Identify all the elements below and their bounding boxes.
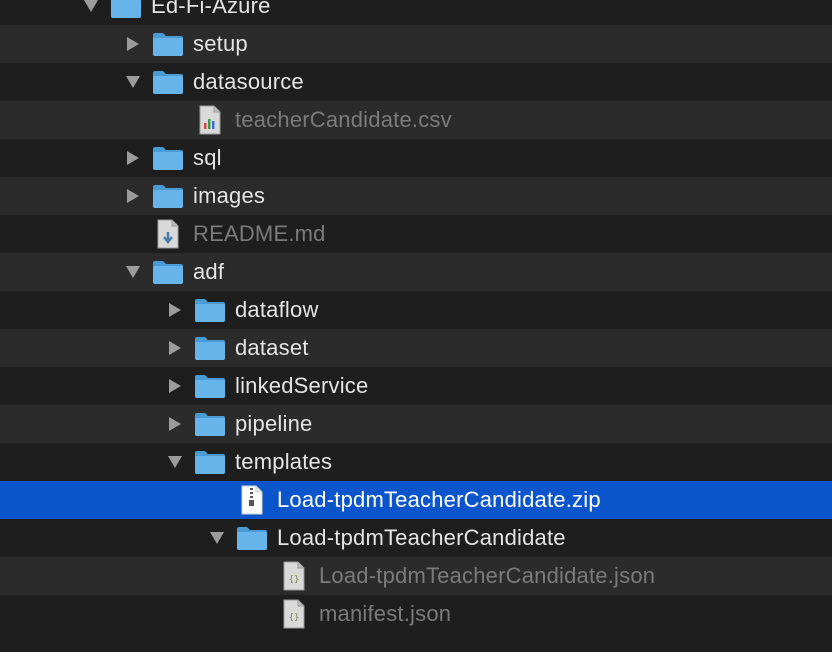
- tree-row-dataflow[interactable]: dataflow: [0, 291, 832, 329]
- folder-icon: [194, 372, 226, 400]
- disclosure-expanded-icon[interactable]: [78, 0, 104, 25]
- tree-row-datasource[interactable]: datasource: [0, 63, 832, 101]
- tree-row-sql[interactable]: sql: [0, 139, 832, 177]
- tree-item-label: datasource: [193, 69, 304, 94]
- disclosure-collapsed-icon[interactable]: [120, 177, 146, 215]
- tree-item-label: pipeline: [235, 411, 313, 436]
- tree-row-images[interactable]: images: [0, 177, 832, 215]
- tree-item-label: teacherCandidate.csv: [235, 107, 452, 132]
- tree-item-label: Load-tpdmTeacherCandidate.zip: [277, 487, 601, 512]
- tree-row-load-tpdmteachercandidate-json[interactable]: {} Load-tpdmTeacherCandidate.json: [0, 557, 832, 595]
- tree-row-teachercandidate-csv[interactable]: teacherCandidate.csv: [0, 101, 832, 139]
- tree-item-label: dataset: [235, 335, 309, 360]
- json-file-icon: {}: [278, 561, 310, 591]
- disclosure-collapsed-icon[interactable]: [120, 25, 146, 63]
- folder-icon: [194, 334, 226, 362]
- svg-text:{}: {}: [289, 613, 300, 623]
- disclosure-expanded-icon[interactable]: [162, 443, 188, 481]
- folder-icon: [152, 258, 184, 286]
- tree-row-templates[interactable]: templates: [0, 443, 832, 481]
- tree-item-label: Load-tpdmTeacherCandidate.json: [319, 563, 656, 588]
- tree-row-linkedservice[interactable]: linkedService: [0, 367, 832, 405]
- tree-item-label: Ed-Fi-Azure: [151, 0, 271, 18]
- disclosure-expanded-icon[interactable]: [120, 253, 146, 291]
- disclosure-expanded-icon[interactable]: [204, 519, 230, 557]
- csv-file-icon: [194, 105, 226, 135]
- disclosure-collapsed-icon[interactable]: [120, 139, 146, 177]
- tree-row-dataset[interactable]: dataset: [0, 329, 832, 367]
- tree-row-setup[interactable]: setup: [0, 25, 832, 63]
- tree-item-label: setup: [193, 31, 248, 56]
- tree-row-load-tpdmteachercandidate[interactable]: Load-tpdmTeacherCandidate: [0, 519, 832, 557]
- tree-row-pipeline[interactable]: pipeline: [0, 405, 832, 443]
- folder-icon: [152, 30, 184, 58]
- tree-row-ed-fi-azure[interactable]: Ed-Fi-Azure: [0, 0, 832, 25]
- svg-text:{}: {}: [289, 575, 300, 585]
- disclosure-collapsed-icon[interactable]: [162, 329, 188, 367]
- file-tree: Ed-Fi-Azure setup datasource teacherCandida…: [0, 0, 832, 652]
- tree-item-label: manifest.json: [319, 601, 452, 626]
- tree-row-adf[interactable]: adf: [0, 253, 832, 291]
- tree-row-readme-md[interactable]: README.md: [0, 215, 832, 253]
- tree-item-label: dataflow: [235, 297, 319, 322]
- folder-icon: [236, 524, 268, 552]
- folder-icon: [194, 296, 226, 324]
- disclosure-collapsed-icon[interactable]: [162, 291, 188, 329]
- tree-item-label: linkedService: [235, 373, 369, 398]
- folder-icon: [152, 68, 184, 96]
- tree-item-label: adf: [193, 259, 225, 284]
- disclosure-collapsed-icon[interactable]: [162, 405, 188, 443]
- json-file-icon: {}: [278, 599, 310, 629]
- folder-icon: [152, 182, 184, 210]
- tree-item-label: README.md: [193, 221, 326, 246]
- tree-row-manifest-json[interactable]: {} manifest.json: [0, 595, 832, 633]
- folder-icon: [152, 144, 184, 172]
- folder-icon: [194, 448, 226, 476]
- tree-item-label: images: [193, 183, 266, 208]
- tree-item-label: sql: [193, 145, 222, 170]
- folder-icon: [110, 0, 142, 20]
- disclosure-expanded-icon[interactable]: [120, 63, 146, 101]
- tree-item-label: templates: [235, 449, 333, 474]
- tree-row-load-tpdmteachercandidate-zip[interactable]: Load-tpdmTeacherCandidate.zip: [0, 481, 832, 519]
- markdown-file-icon: [152, 219, 184, 249]
- disclosure-collapsed-icon[interactable]: [162, 367, 188, 405]
- folder-icon: [194, 410, 226, 438]
- tree-item-label: Load-tpdmTeacherCandidate: [277, 525, 566, 550]
- zip-file-icon: [236, 485, 268, 515]
